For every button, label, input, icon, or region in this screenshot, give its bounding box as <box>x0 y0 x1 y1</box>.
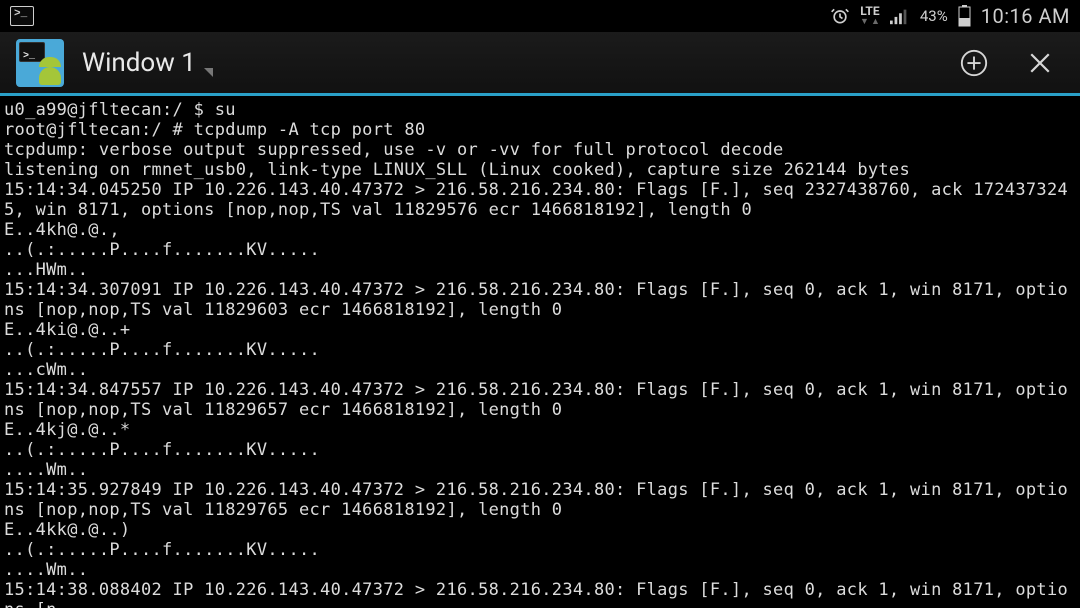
terminal-line: ..(.:.....P....f.......KV..... <box>4 440 1076 460</box>
terminal-line: ...HWm.. <box>4 260 1076 280</box>
terminal-line: 15:14:34.847557 IP 10.226.143.40.47372 >… <box>4 380 1076 420</box>
app-action-bar: Window 1 <box>0 32 1080 96</box>
terminal-line: 15:14:38.088402 IP 10.226.143.40.47372 >… <box>4 580 1076 608</box>
status-clock: 10:16 AM <box>981 4 1070 28</box>
network-label: LTE <box>860 5 879 17</box>
terminal-line: ...cWm.. <box>4 360 1076 380</box>
android-status-bar: >_ LTE ▼ ▲ 43% <box>0 0 1080 32</box>
battery-icon <box>958 5 971 27</box>
terminal-line: ..(.:.....P....f.......KV..... <box>4 540 1076 560</box>
terminal-line: ....Wm.. <box>4 560 1076 580</box>
data-activity-arrows: ▼ ▲ <box>860 18 880 27</box>
terminal-line: E..4kj@.@..* <box>4 420 1076 440</box>
network-type-indicator: LTE ▼ ▲ <box>860 5 880 27</box>
terminal-line: root@jfltecan:/ # tcpdump -A tcp port 80 <box>4 120 1076 140</box>
add-window-button[interactable] <box>950 39 998 87</box>
terminal-line: ..(.:.....P....f.......KV..... <box>4 240 1076 260</box>
terminal-line: listening on rmnet_usb0, link-type LINUX… <box>4 160 1076 180</box>
terminal-line: tcpdump: verbose output suppressed, use … <box>4 140 1076 160</box>
status-right: LTE ▼ ▲ 43% 10:16 AM <box>830 4 1070 28</box>
terminal-line: 15:14:34.307091 IP 10.226.143.40.47372 >… <box>4 280 1076 320</box>
terminal-line: u0_a99@jfltecan:/ $ su <box>4 100 1076 120</box>
terminal-line: 15:14:34.045250 IP 10.226.143.40.47372 >… <box>4 180 1076 220</box>
terminal-notification-icon: >_ <box>10 6 34 26</box>
app-icon[interactable] <box>16 39 64 87</box>
signal-icon <box>890 7 910 25</box>
window-title: Window 1 <box>82 48 196 78</box>
terminal-line: E..4ki@.@..+ <box>4 320 1076 340</box>
down-arrow-icon: ▼ <box>860 18 869 27</box>
up-arrow-icon: ▲ <box>871 18 880 27</box>
terminal-line: ..(.:.....P....f.......KV..... <box>4 340 1076 360</box>
window-spinner[interactable]: Window 1 <box>82 48 213 78</box>
status-left: >_ <box>10 6 34 26</box>
terminal-line: 15:14:35.927849 IP 10.226.143.40.47372 >… <box>4 480 1076 520</box>
battery-percent: 43% <box>920 7 948 25</box>
terminal-line: E..4kk@.@..) <box>4 520 1076 540</box>
spinner-triangle-icon <box>204 68 213 77</box>
terminal-line: ....Wm.. <box>4 460 1076 480</box>
terminal-output[interactable]: u0_a99@jfltecan:/ $ suroot@jfltecan:/ # … <box>0 96 1080 608</box>
terminal-line: E..4kh@.@., <box>4 220 1076 240</box>
close-window-button[interactable] <box>1016 39 1064 87</box>
alarm-icon <box>830 6 850 26</box>
